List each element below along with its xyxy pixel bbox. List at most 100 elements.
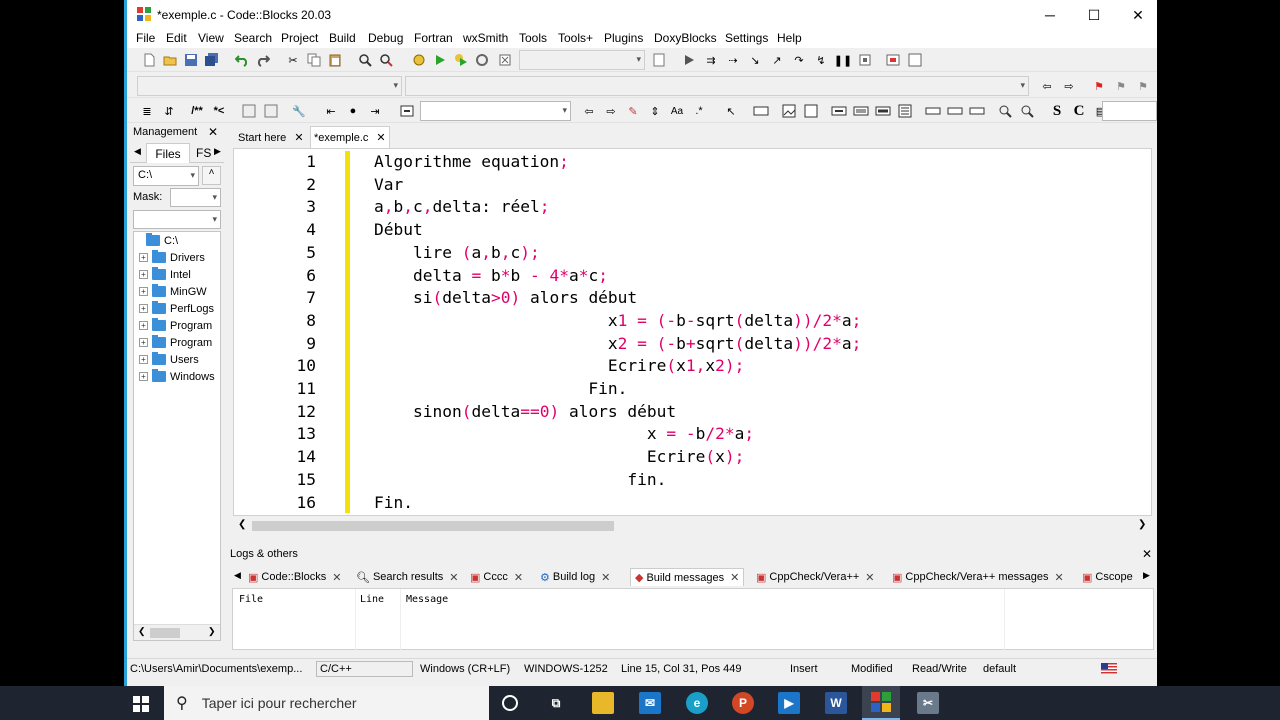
wx-hbox-icon[interactable] — [831, 103, 847, 119]
code-line[interactable]: 15 fin. — [234, 469, 1152, 492]
tab-scroll-left-icon[interactable]: ◀ — [134, 146, 141, 157]
tree-item-intel[interactable]: + Intel — [139, 266, 191, 283]
save-icon[interactable] — [183, 52, 199, 68]
search-next-icon[interactable]: ⇨ — [603, 103, 619, 119]
log-tab-cccc[interactable]: ▣ Cccc ✕ — [470, 568, 523, 586]
debug-info-icon[interactable] — [907, 52, 923, 68]
selected-text-only-icon[interactable]: ⇕ — [647, 103, 663, 119]
run-to-cursor-icon[interactable]: ⇉ — [703, 52, 719, 68]
step-into-icon[interactable]: ↘ — [747, 52, 763, 68]
log-tab-cppcheck-messages[interactable]: ▣ CppCheck/Vera++ messages ✕ — [892, 568, 1064, 586]
bookmark-next-icon[interactable]: ⚑ — [1135, 78, 1151, 94]
next-occurrence-icon[interactable]: ⇥ — [367, 103, 383, 119]
edge-icon[interactable]: e — [686, 692, 708, 714]
redo-icon[interactable] — [255, 52, 271, 68]
tree-item-program-files-x86[interactable]: + Program — [139, 334, 212, 351]
code-line[interactable]: 14 Ecrire(x); — [234, 446, 1152, 469]
task-view-icon[interactable]: ⧉ — [545, 692, 567, 714]
menu-tools[interactable]: Tools — [519, 31, 547, 45]
comment-line-icon[interactable]: *< — [211, 103, 227, 119]
code-line[interactable]: 7 si(delta>0) alors début — [234, 287, 1152, 310]
maximize-button[interactable]: ☐ — [1071, 0, 1117, 30]
next-instruction-icon[interactable]: ↷ — [791, 52, 807, 68]
tab-scroll-right-icon[interactable]: ▶ — [214, 146, 221, 157]
column-file[interactable]: File — [233, 589, 356, 651]
code-line[interactable]: 1 Algorithme equation; — [234, 151, 1152, 174]
bookmark-toggle-icon[interactable]: ⚑ — [1091, 78, 1107, 94]
column-line[interactable]: Line — [356, 589, 401, 651]
build-icon[interactable] — [411, 52, 427, 68]
tree-item-program-files[interactable]: + Program — [139, 317, 212, 334]
scope-select[interactable]: ▾ — [137, 76, 402, 96]
tree-item-perflogs[interactable]: + PerfLogs — [139, 300, 214, 317]
menu-help[interactable]: Help — [777, 31, 802, 45]
code-line[interactable]: 5 lire (a,b,c); — [234, 242, 1152, 265]
doxy-extract-icon[interactable] — [241, 103, 257, 119]
save-all-icon[interactable] — [204, 52, 220, 68]
match-case-icon[interactable]: Aa — [669, 103, 685, 119]
code-line[interactable]: 3 a,b,c,delta: réel; — [234, 196, 1152, 219]
open-file-icon[interactable] — [162, 52, 178, 68]
undo-icon[interactable] — [234, 52, 250, 68]
code-line[interactable]: 4 Début — [234, 219, 1152, 242]
tree-item-mingw[interactable]: + MinGW — [139, 283, 207, 300]
wx-edit-icon[interactable] — [803, 103, 819, 119]
wx-checkbox-icon[interactable] — [969, 103, 985, 119]
windows-start-icon[interactable] — [133, 696, 149, 712]
bookmark-prev-icon[interactable]: ⚑ — [1113, 78, 1129, 94]
tab-start-here[interactable]: Start here ✕ — [233, 128, 309, 148]
code-line[interactable]: 9 x2 = (-b+sqrt(delta))/2*a; — [234, 333, 1152, 356]
doxyblocks-icon[interactable]: ≣ — [139, 103, 155, 119]
wx-button-icon[interactable] — [925, 103, 941, 119]
forward-icon[interactable]: ⇨ — [1061, 78, 1077, 94]
log-tab-codeblocks[interactable]: ▣ Code::Blocks ✕ — [248, 568, 341, 586]
comment-block-icon[interactable]: /** — [185, 103, 209, 119]
code-line[interactable]: 11 Fin. — [234, 378, 1152, 401]
word-icon[interactable]: W — [825, 692, 847, 714]
taskbar-search-box[interactable]: ⚲ Taper ici pour rechercher — [164, 686, 489, 720]
management-close-icon[interactable]: ✕ — [208, 125, 218, 139]
menu-debug[interactable]: Debug — [368, 31, 403, 45]
menu-settings[interactable]: Settings — [725, 31, 768, 45]
menu-build[interactable]: Build — [329, 31, 356, 45]
menu-wxsmith[interactable]: wxSmith — [463, 31, 508, 45]
find-icon[interactable] — [357, 52, 373, 68]
toolbar-search-input[interactable] — [1102, 101, 1157, 121]
symbol-s-icon[interactable]: S — [1049, 103, 1065, 119]
editor-hscrollbar[interactable]: ❮ ❯ — [234, 518, 1152, 534]
code-line[interactable]: 6 delta = b*b - 4*a*c; — [234, 265, 1152, 288]
incremental-search-input[interactable]: ▾ — [420, 101, 571, 121]
code-line[interactable]: 12 sinon(delta==0) alors début — [234, 401, 1152, 424]
code-line[interactable]: 10 Ecrire(x1,x2); — [234, 355, 1152, 378]
run-icon[interactable] — [432, 52, 448, 68]
target-options-icon[interactable] — [651, 52, 667, 68]
new-file-icon[interactable] — [141, 52, 157, 68]
tree-item-drivers[interactable]: + Drivers — [139, 249, 205, 266]
replace-icon[interactable] — [378, 52, 394, 68]
mail-icon[interactable]: ✉ — [639, 692, 661, 714]
select-cursor-icon[interactable]: ↖ — [723, 103, 739, 119]
tree-hscrollbar[interactable]: ❮ ❯ — [134, 624, 220, 640]
tab-exemple-c[interactable]: *exemple.c ✕ — [310, 126, 390, 148]
wx-flex-icon[interactable] — [897, 103, 913, 119]
zoom-in-icon[interactable] — [997, 103, 1013, 119]
doxy-help-icon[interactable] — [263, 103, 279, 119]
code-editor[interactable]: 1 Algorithme equation; 2 Var 3 a,b,c,delta: r… — [233, 148, 1152, 534]
menu-view[interactable]: View — [198, 31, 224, 45]
codeblocks-taskbar-button[interactable] — [862, 686, 900, 720]
step-instruction-icon[interactable]: ↯ — [813, 52, 829, 68]
build-messages-list[interactable]: File Line Message — [232, 588, 1154, 651]
step-out-icon[interactable]: ↗ — [769, 52, 785, 68]
code-line[interactable]: 2 Var — [234, 174, 1152, 197]
media-icon[interactable]: ▶ — [778, 692, 800, 714]
wx-grid-icon[interactable] — [875, 103, 891, 119]
highlight-icon[interactable]: ✎ — [625, 103, 641, 119]
paste-icon[interactable] — [327, 52, 343, 68]
menu-fortran[interactable]: Fortran — [414, 31, 453, 45]
column-message[interactable]: Message — [401, 589, 1005, 651]
cortana-icon[interactable] — [502, 695, 518, 711]
powerpoint-icon[interactable]: P — [732, 692, 754, 714]
copy-icon[interactable] — [306, 52, 322, 68]
doxyblocks-run-icon[interactable]: ⇵ — [161, 103, 177, 119]
mask-input[interactable]: ▾ — [170, 188, 221, 207]
